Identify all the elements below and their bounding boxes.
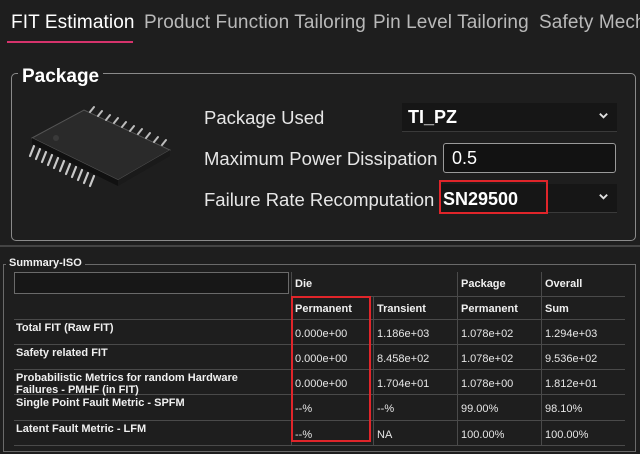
summary-title: Summary-ISO	[6, 257, 85, 269]
table-cell: NA	[377, 429, 393, 441]
table-cell: 1.078e+02	[461, 328, 514, 340]
row-label-total-fit: Total FIT (Raw FIT)	[16, 322, 114, 334]
table-cell: 1.186e+03	[377, 328, 430, 340]
package-used-label: Package Used	[204, 107, 325, 128]
package-used-select[interactable]: TI_PZ	[402, 103, 617, 132]
chip-package-icon	[28, 106, 172, 188]
row-label-safety-related-fit: Safety related FIT	[16, 347, 108, 359]
package-title: Package	[18, 66, 104, 88]
grid-line	[14, 420, 625, 421]
grid-line	[14, 445, 625, 446]
tab-pin-level-tailoring[interactable]: Pin Level Tailoring	[373, 12, 529, 34]
grid-line	[541, 272, 542, 445]
row-label-pmhf-line2: Failures - PMHF (in FIT)	[16, 384, 139, 396]
table-cell: --%	[295, 429, 313, 441]
group-header-package: Package	[461, 278, 506, 290]
table-cell: 0.000e+00	[295, 328, 348, 340]
failure-rate-select[interactable]: SN29500	[439, 184, 617, 213]
failure-rate-value: SN29500	[443, 189, 519, 209]
row-label-pmhf-line1: Probabilistic Metrics for random Hardwar…	[16, 372, 238, 384]
active-tab-indicator	[7, 41, 133, 43]
column-header-package-permanent: Permanent	[461, 303, 518, 315]
grid-line	[14, 369, 625, 370]
grid-line	[14, 344, 625, 345]
group-header-overall: Overall	[545, 278, 583, 290]
table-cell: 1.294e+03	[545, 328, 598, 340]
table-cell: 98.10%	[545, 403, 583, 415]
chevron-down-icon	[599, 194, 608, 200]
section-divider	[0, 245, 640, 247]
tab-bar: FIT Estimation Product Function Tailorin…	[0, 0, 640, 46]
table-cell: 100.00%	[545, 429, 589, 441]
table-cell: --%	[295, 403, 313, 415]
grid-line	[373, 296, 374, 445]
row-label-lfm: Latent Fault Metric - LFM	[16, 423, 147, 435]
tab-product-function-tailoring[interactable]: Product Function Tailoring	[144, 12, 366, 34]
chevron-down-icon	[599, 113, 608, 119]
column-header-transient: Transient	[377, 303, 426, 315]
tab-fit-estimation[interactable]: FIT Estimation	[11, 12, 135, 34]
grid-line	[14, 319, 625, 320]
grid-line	[291, 272, 292, 445]
table-cell: 1.704e+01	[377, 378, 430, 390]
table-cell: 9.536e+02	[545, 353, 598, 365]
grid-line	[292, 296, 625, 297]
max-power-label: Maximum Power Dissipation	[204, 148, 438, 169]
table-cell: 1.812e+01	[545, 378, 598, 390]
table-cell: --%	[377, 403, 395, 415]
summary-blank-header	[14, 272, 289, 294]
table-cell: 0.000e+00	[295, 378, 348, 390]
package-used-value: TI_PZ	[408, 107, 458, 127]
table-cell: 1.078e+02	[461, 353, 514, 365]
table-cell: 100.00%	[461, 429, 505, 441]
table-cell: 99.00%	[461, 403, 499, 415]
row-label-spfm: Single Point Fault Metric - SPFM	[16, 397, 185, 409]
grid-line	[457, 272, 458, 445]
column-header-sum: Sum	[545, 303, 569, 315]
max-power-input[interactable]	[443, 143, 616, 173]
tab-safety-mech[interactable]: Safety Mech	[539, 12, 640, 34]
column-header-permanent: Permanent	[295, 303, 352, 315]
table-cell: 0.000e+00	[295, 353, 348, 365]
failure-rate-label: Failure Rate Recomputation	[204, 189, 435, 210]
table-cell: 1.078e+00	[461, 378, 514, 390]
group-header-die: Die	[295, 278, 313, 290]
table-cell: 8.458e+02	[377, 353, 430, 365]
